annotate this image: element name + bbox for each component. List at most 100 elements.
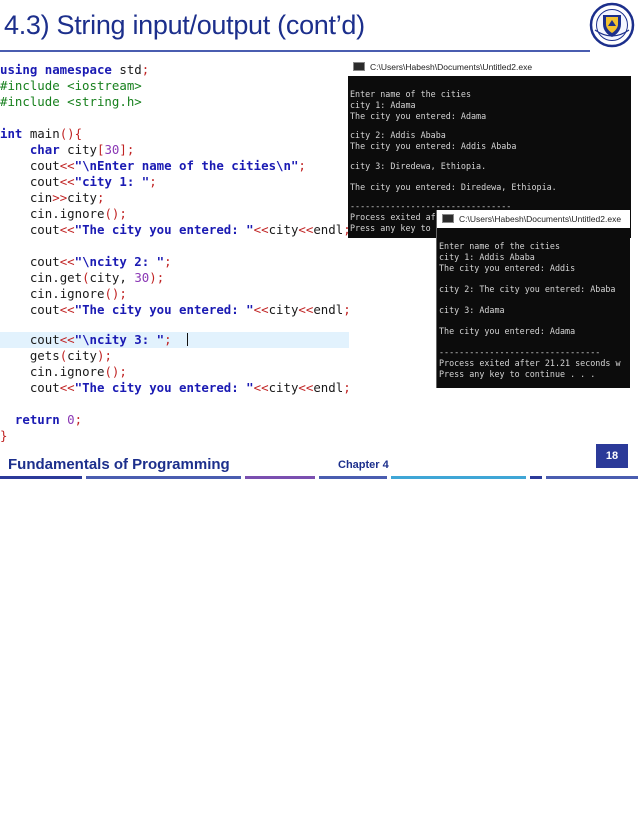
identifier-token: cin bbox=[29, 270, 53, 285]
string-token: "The city you entered: " bbox=[74, 222, 254, 237]
identifier-token: cout bbox=[29, 174, 60, 189]
code-line: #include <iostream> bbox=[0, 78, 349, 94]
footer-stripe bbox=[391, 476, 526, 479]
code-line: return 0; bbox=[0, 412, 349, 428]
string-token: "The city you entered: " bbox=[74, 302, 254, 317]
identifier-token: cin bbox=[29, 364, 53, 379]
operator-token: >> bbox=[52, 190, 68, 205]
semicolon-token: ; bbox=[164, 332, 172, 347]
code-line: #include <string.h> bbox=[0, 94, 349, 110]
identifier-token: endl bbox=[313, 302, 344, 317]
identifier-token: endl bbox=[313, 380, 344, 395]
operator-token: (); bbox=[104, 286, 127, 301]
console-line: The city you entered: Adama bbox=[439, 326, 576, 336]
string-token: "\ncity 3: " bbox=[74, 332, 165, 347]
identifier-token: city bbox=[59, 142, 97, 157]
preprocessor-token: #include <string.h> bbox=[0, 94, 142, 109]
operator-token: << bbox=[253, 380, 269, 395]
console-line: Process exited af bbox=[350, 212, 436, 222]
footer-stripe bbox=[86, 476, 241, 479]
identifier-token: cout bbox=[29, 158, 60, 173]
method-token: .get bbox=[52, 270, 83, 285]
string-token: "The city you entered: " bbox=[74, 380, 254, 395]
keyword-token: int bbox=[0, 126, 23, 141]
string-token: "\ncity 2: " bbox=[74, 254, 165, 269]
console-line: The city you entered: Addis Ababa bbox=[350, 141, 517, 151]
method-token: .ignore bbox=[52, 206, 105, 221]
code-line: using namespace std; bbox=[0, 62, 349, 78]
identifier-token: cin bbox=[29, 206, 53, 221]
console-line: -------------------------------- bbox=[439, 347, 601, 357]
semicolon-token: ; bbox=[164, 254, 172, 269]
code-line: cout<<"The city you entered: "<<city<<en… bbox=[0, 380, 351, 396]
operator-token: (); bbox=[104, 364, 127, 379]
code-line: } bbox=[0, 428, 349, 444]
slide: 4.3) String input/output (cont’d) using … bbox=[0, 0, 638, 480]
footer-course-title: Fundamentals of Programming bbox=[8, 456, 230, 473]
console-line: city 2: Addis Ababa bbox=[350, 130, 446, 140]
footer-stripe bbox=[0, 476, 82, 479]
operator-token: << bbox=[59, 332, 75, 347]
identifier-token: endl bbox=[313, 222, 344, 237]
title-underline bbox=[0, 50, 590, 52]
console-line: Press any key to continue . . . bbox=[439, 369, 596, 379]
method-token: .ignore bbox=[52, 364, 105, 379]
footer-chapter: Chapter 4 bbox=[338, 459, 389, 471]
console-window-2[interactable]: C:\Users\Habesh\Documents\Untitled2.exe … bbox=[437, 210, 630, 388]
console-line: city 2: The city you entered: Ababa bbox=[439, 284, 616, 294]
code-line: cout<<"The city you entered: "<<city<<en… bbox=[0, 222, 351, 238]
console-line: Press any key to bbox=[350, 223, 431, 233]
semicolon-token: ; bbox=[343, 380, 351, 395]
operator-token: ); bbox=[149, 270, 165, 285]
identifier-token: cin bbox=[29, 190, 53, 205]
console-line: The city you entered: Addis bbox=[439, 263, 576, 273]
console-line: city 1: Addis Ababa bbox=[439, 252, 535, 262]
console-app-icon bbox=[353, 62, 365, 71]
operator-token: ( bbox=[82, 270, 90, 285]
identifier-token: city bbox=[67, 348, 97, 363]
operator-token: (){ bbox=[59, 126, 83, 141]
keyword-token: using namespace bbox=[0, 62, 112, 77]
console-line: city 3: Adama bbox=[439, 305, 505, 315]
console-line: The city you entered: Adama bbox=[350, 111, 487, 121]
code-line: cin.ignore(); bbox=[0, 364, 349, 380]
console-line: Process exited after 21.21 seconds w bbox=[439, 358, 621, 368]
string-token: "\nEnter name of the cities\n" bbox=[74, 158, 299, 173]
console-titlebar[interactable]: C:\Users\Habesh\Documents\Untitled2.exe bbox=[348, 58, 631, 76]
code-line: cin.get(city, 30); bbox=[0, 270, 349, 286]
code-line: cin.ignore(); bbox=[0, 206, 349, 222]
identifier-token: cout bbox=[29, 254, 60, 269]
semicolon-token: ; bbox=[141, 62, 150, 77]
identifier-token: city bbox=[67, 190, 97, 205]
identifier-token: std bbox=[111, 62, 142, 77]
operator-token: (); bbox=[104, 206, 127, 221]
code-line: cin.ignore(); bbox=[0, 286, 349, 302]
console-titlebar[interactable]: C:\Users\Habesh\Documents\Untitled2.exe bbox=[437, 210, 630, 228]
identifier-token: cout bbox=[29, 332, 60, 347]
code-line: gets(city); bbox=[0, 348, 349, 364]
operator-token: ); bbox=[97, 348, 112, 363]
code-editor[interactable]: using namespace std; #include <iostream>… bbox=[0, 58, 351, 450]
code-line: cout<<"\nEnter name of the cities\n"; bbox=[0, 158, 349, 174]
footer-stripe bbox=[245, 476, 315, 479]
identifier-token: city bbox=[268, 302, 299, 317]
semicolon-token: ; bbox=[74, 412, 83, 427]
identifier-token: city bbox=[268, 222, 299, 237]
semicolon-token: ; bbox=[298, 158, 306, 173]
keyword-token: return bbox=[14, 412, 60, 427]
operator-token: << bbox=[298, 380, 314, 395]
operator-token: << bbox=[298, 302, 314, 317]
code-line: char city[30]; bbox=[0, 142, 349, 158]
function-name-token: main bbox=[22, 126, 60, 141]
number-token: 30 bbox=[134, 270, 150, 285]
console-line: city 3: Diredewa, Ethiopia. bbox=[350, 161, 487, 171]
university-seal-icon bbox=[589, 2, 635, 48]
code-line: cin>>city; bbox=[0, 190, 349, 206]
function-name-token: gets bbox=[29, 348, 60, 363]
operator-token: << bbox=[59, 174, 75, 189]
code-line-highlighted[interactable]: cout<<"\ncity 3: "; bbox=[0, 332, 349, 348]
code-line: int main(){ bbox=[0, 126, 349, 142]
text-cursor bbox=[186, 333, 188, 346]
footer-stripe bbox=[546, 476, 638, 479]
operator-token: << bbox=[59, 380, 75, 395]
